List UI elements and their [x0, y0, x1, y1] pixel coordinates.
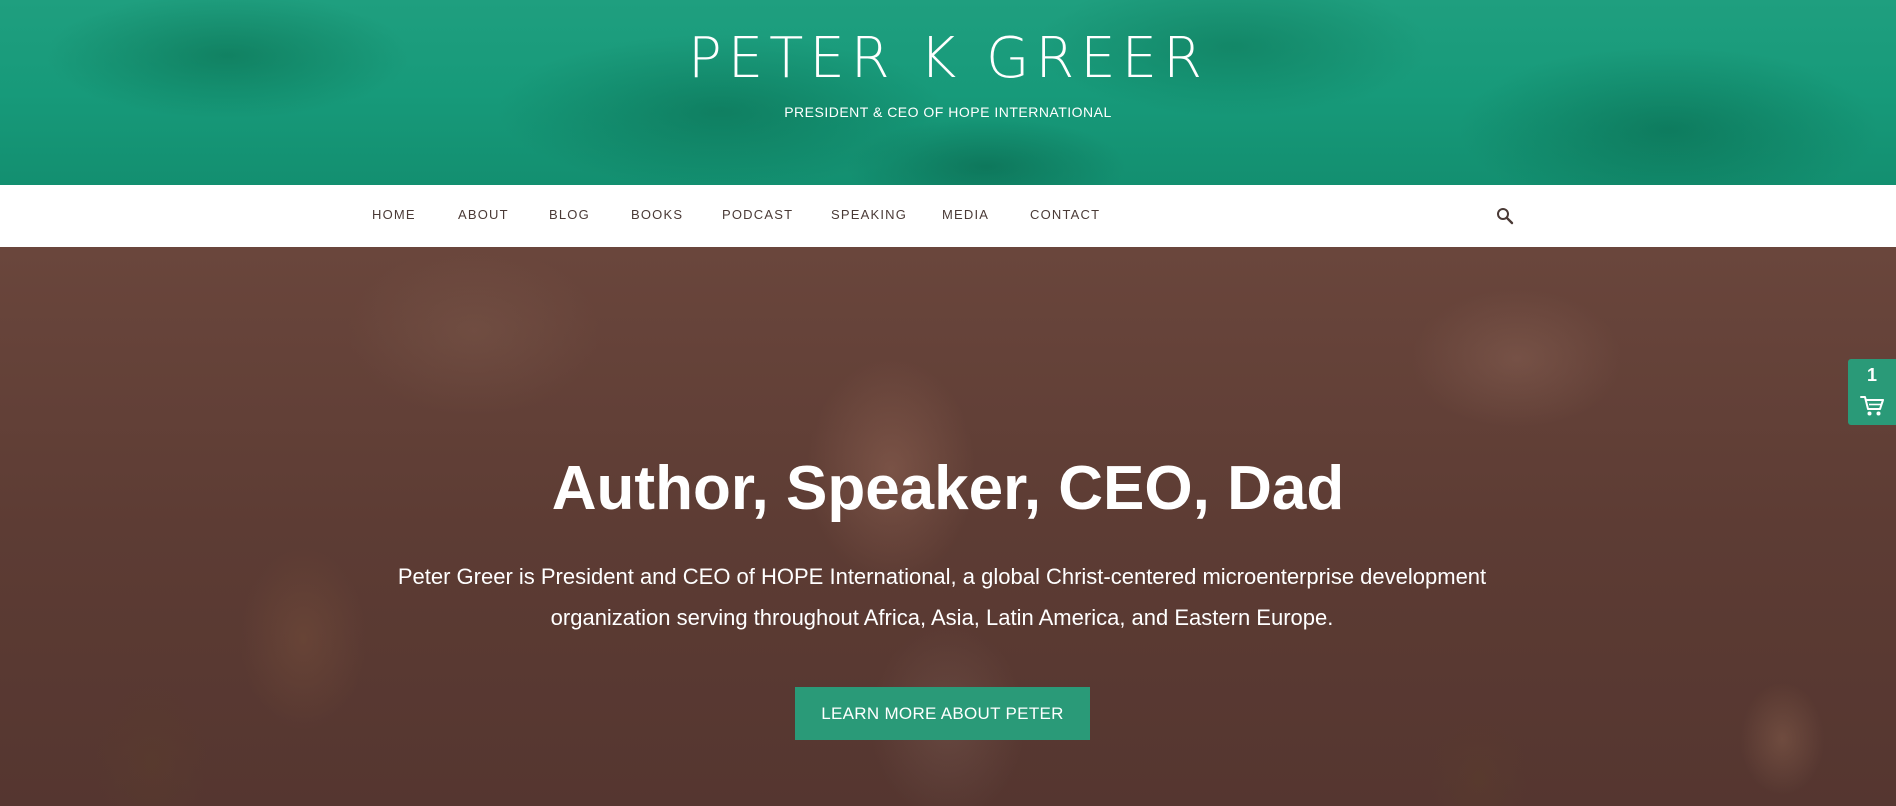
main-nav: HOME ABOUT BLOG BOOKS PODCAST SPEAKING M… [0, 185, 1896, 247]
nav-item-home[interactable]: HOME [372, 207, 416, 222]
hero-section: Author, Speaker, CEO, Dad Peter Greer is… [0, 247, 1896, 806]
site-tagline: PRESIDENT & CEO OF HOPE INTERNATIONAL [784, 104, 1112, 120]
hero-title: Author, Speaker, CEO, Dad [551, 454, 1345, 523]
nav-item-media[interactable]: MEDIA [942, 207, 989, 222]
nav-item-contact[interactable]: CONTACT [1030, 207, 1100, 222]
cart-count-badge: 1 [1866, 365, 1877, 385]
nav-item-blog[interactable]: BLOG [549, 207, 590, 222]
cart-widget[interactable]: 1 [1848, 359, 1896, 425]
hero-description: Peter Greer is President and CEO of HOPE… [397, 564, 1487, 630]
learn-more-button[interactable]: LEARN MORE ABOUT PETER [795, 687, 1090, 740]
nav-item-podcast[interactable]: PODCAST [722, 207, 793, 222]
site-title[interactable]: PETER K GREER [0, 24, 1896, 94]
nav-item-speaking[interactable]: SPEAKING [831, 207, 907, 222]
nav-item-about[interactable]: ABOUT [458, 207, 509, 222]
cart-icon [1860, 396, 1884, 416]
nav-item-books[interactable]: BOOKS [631, 207, 683, 222]
site-header: PETER K GREER PRESIDENT & CEO OF HOPE IN… [0, 0, 1896, 185]
search-icon[interactable] [1496, 207, 1514, 225]
